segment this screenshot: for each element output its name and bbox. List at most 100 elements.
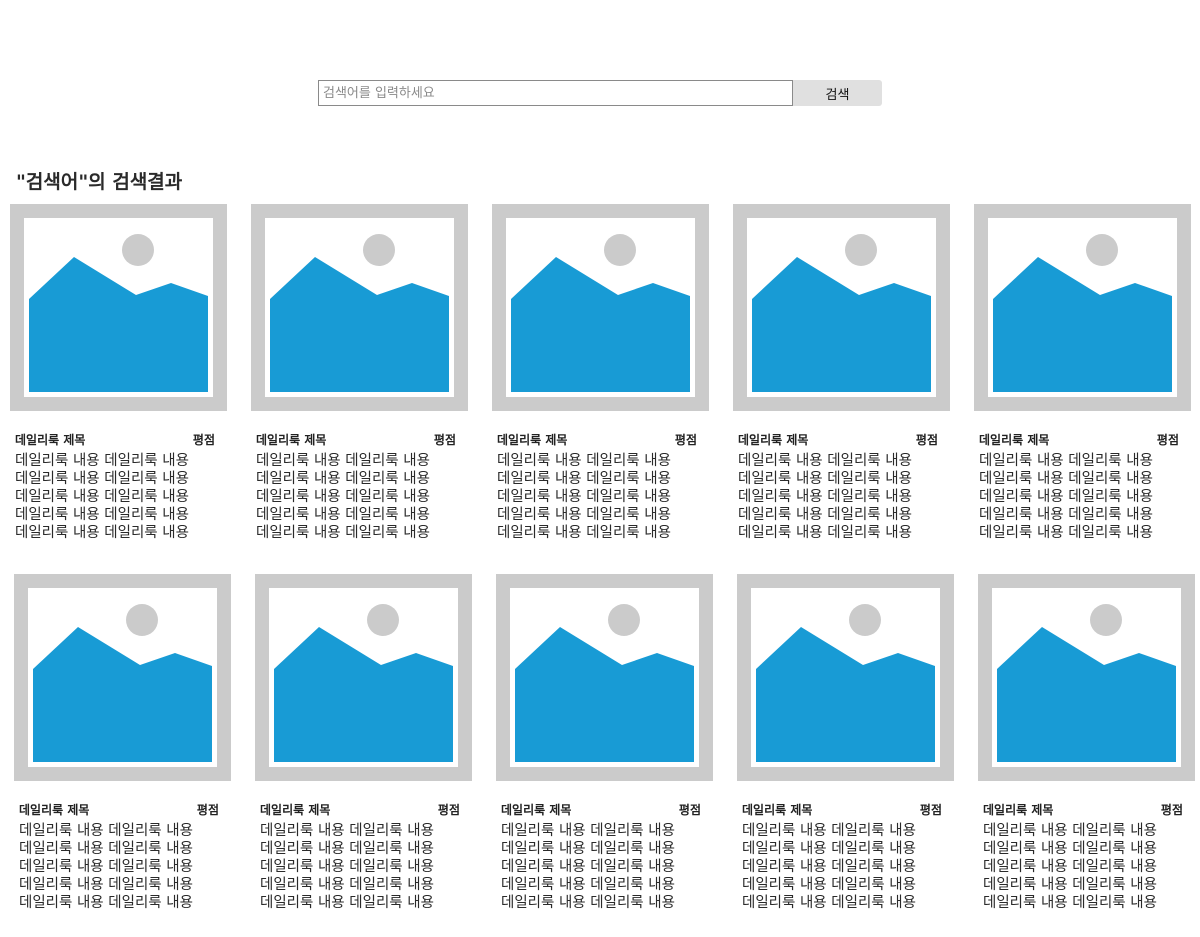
card-title[interactable]: 데일리룩 제목 [19,801,89,818]
card-title[interactable]: 데일리룩 제목 [260,801,330,818]
card-content-line: 데일리룩 내용 데일리룩 내용 [19,877,193,893]
card-content-line: 데일리룩 내용 데일리룩 내용 [983,841,1157,857]
card-meta: 데일리룩 제목 평점 [492,431,709,448]
card-thumbnail[interactable] [496,574,713,781]
card-content-line: 데일리룩 내용 데일리룩 내용 [742,877,916,893]
card-thumbnail[interactable] [251,204,468,411]
card-thumbnail[interactable] [737,574,954,781]
sun-shape [604,234,636,266]
card-content-line: 데일리룩 내용 데일리룩 내용 [497,525,671,541]
card-content: 데일리룩 내용 데일리룩 내용 데일리룩 내용 데일리룩 내용 데일리룩 내용 데일… [251,452,468,542]
card-content-line: 데일리룩 내용 데일리룩 내용 [979,507,1153,523]
card-thumbnail[interactable] [974,204,1191,411]
card-meta: 데일리룩 제목 평점 [255,801,472,818]
card-title[interactable]: 데일리룩 제목 [501,801,571,818]
card-title[interactable]: 데일리룩 제목 [256,431,326,448]
card-content-line: 데일리룩 내용 데일리룩 내용 [979,489,1153,505]
card-meta: 데일리룩 제목 평점 [14,801,231,818]
card-content-line: 데일리룩 내용 데일리룩 내용 [983,859,1157,875]
card-title[interactable]: 데일리룩 제목 [742,801,812,818]
card-thumbnail[interactable] [733,204,950,411]
card-content-line: 데일리룩 내용 데일리룩 내용 [742,895,916,911]
image-placeholder-icon [510,588,699,767]
card-content-line: 데일리룩 내용 데일리룩 내용 [15,525,189,541]
result-card[interactable]: 데일리룩 제목 평점 데일리룩 내용 데일리룩 내용 데일리룩 내용 데일리룩 내용 데… [737,574,954,912]
card-meta: 데일리룩 제목 평점 [733,431,950,448]
card-meta: 데일리룩 제목 평점 [251,431,468,448]
card-meta: 데일리룩 제목 평점 [974,431,1191,448]
card-title[interactable]: 데일리룩 제목 [738,431,808,448]
card-rating: 평점 [1160,803,1183,817]
card-meta: 데일리룩 제목 평점 [737,801,954,818]
card-title[interactable]: 데일리룩 제목 [983,801,1053,818]
card-content-line: 데일리룩 내용 데일리룩 내용 [15,471,189,487]
card-content-line: 데일리룩 내용 데일리룩 내용 [742,859,916,875]
image-placeholder-icon [751,588,940,767]
card-content-line: 데일리룩 내용 데일리룩 내용 [983,895,1157,911]
card-title[interactable]: 데일리룩 제목 [979,431,1049,448]
sun-shape [1090,604,1122,636]
sun-shape [367,604,399,636]
card-rating: 평점 [915,433,938,447]
card-content-line: 데일리룩 내용 데일리룩 내용 [19,859,193,875]
mountain-shape [33,627,212,762]
result-card[interactable]: 데일리룩 제목 평점 데일리룩 내용 데일리룩 내용 데일리룩 내용 데일리룩 내용 데… [10,204,227,542]
card-title[interactable]: 데일리룩 제목 [497,431,567,448]
result-card[interactable]: 데일리룩 제목 평점 데일리룩 내용 데일리룩 내용 데일리룩 내용 데일리룩 내용 데… [14,574,231,912]
card-content-line: 데일리룩 내용 데일리룩 내용 [983,877,1157,893]
mountain-shape [756,627,935,762]
card-content-line: 데일리룩 내용 데일리룩 내용 [15,507,189,523]
result-card[interactable]: 데일리룩 제목 평점 데일리룩 내용 데일리룩 내용 데일리룩 내용 데일리룩 내용 데… [255,574,472,912]
card-thumbnail[interactable] [978,574,1195,781]
result-card[interactable]: 데일리룩 제목 평점 데일리룩 내용 데일리룩 내용 데일리룩 내용 데일리룩 내용 데… [978,574,1195,912]
image-placeholder-icon [265,218,454,397]
result-card[interactable]: 데일리룩 제목 평점데일리룩 내용 데일리룩 내용 데일리룩 내용 데일리룩 내용 데… [251,204,468,542]
sun-shape [608,604,640,636]
result-card[interactable]: 데일리룩 제목 평점 데일리룩 내용 데일리룩 내용 데일리룩 내용 데일리룩 내용 데… [733,204,950,542]
card-content: 데일리룩 내용 데일리룩 내용 데일리룩 내용 데일리룩 내용 데일리룩 내용 데일… [255,822,472,912]
image-placeholder-icon [992,588,1181,767]
card-rating: 평점 [1156,433,1179,447]
card-content-line: 데일리룩 내용 데일리룩 내용 [501,823,675,839]
result-card[interactable]: 데일리룩 제목 평점 데일리룩 내용 데일리룩 내용 데일리룩 내용 데일리룩 내용 데… [492,204,709,542]
mountain-shape [274,627,453,762]
card-content-line: 데일리룩 내용 데일리룩 내용 [497,471,671,487]
image-placeholder-icon [747,218,936,397]
card-meta: 데일리룩 제목 평점 [978,801,1195,818]
card-content-line: 데일리룩 내용 데일리룩 내용 [260,895,434,911]
card-thumbnail[interactable] [14,574,231,781]
image-placeholder-icon [24,218,213,397]
card-title[interactable]: 데일리룩 제목 [15,431,85,448]
search-button[interactable]: 검색 [793,80,882,106]
card-content-line: 데일리룩 내용 데일리룩 내용 [738,453,912,469]
mountain-shape [270,257,449,392]
sun-shape [122,234,154,266]
card-content-line: 데일리룩 내용 데일리룩 내용 [497,489,671,505]
card-rating: 평점 [919,803,942,817]
card-content-line: 데일리룩 내용 데일리룩 내용 [979,525,1153,541]
mountain-shape [515,627,694,762]
sun-shape [1086,234,1118,266]
card-thumbnail[interactable] [255,574,472,781]
card-content-line: 데일리룩 내용 데일리룩 내용 [260,877,434,893]
card-content-line: 데일리룩 내용 데일리룩 내용 [738,489,912,505]
card-content-line: 데일리룩 내용 데일리룩 내용 [742,823,916,839]
result-card[interactable]: 데일리룩 제목 평점 데일리룩 내용 데일리룩 내용 데일리룩 내용 데일리룩 내용 데… [496,574,713,912]
mountain-shape [511,257,690,392]
card-thumbnail[interactable] [492,204,709,411]
card-content-line: 데일리룩 내용 데일리룩 내용 [260,859,434,875]
card-content-line: 데일리룩 내용 데일리룩 내용 [501,859,675,875]
sun-shape [845,234,877,266]
card-content-line: 데일리룩 내용 데일리룩 내용 [738,525,912,541]
card-thumbnail[interactable] [10,204,227,411]
card-content: 데일리룩 내용 데일리룩 내용 데일리룩 내용 데일리룩 내용 데일리룩 내용 데일… [978,822,1195,912]
card-content: 데일리룩 내용 데일리룩 내용 데일리룩 내용 데일리룩 내용 데일리룩 내용 데일… [10,452,227,542]
card-content-line: 데일리룩 내용 데일리룩 내용 [738,507,912,523]
search-input[interactable] [318,80,793,106]
card-content: 데일리룩 내용 데일리룩 내용 데일리룩 내용 데일리룩 내용 데일리룩 내용 데일… [733,452,950,542]
card-content-line: 데일리룩 내용 데일리룩 내용 [19,895,193,911]
result-card[interactable]: 데일리룩 제목 평점 데일리룩 내용 데일리룩 내용 데일리룩 내용 데일리룩 내용 데… [974,204,1191,542]
image-placeholder-icon [269,588,458,767]
card-content-line: 데일리룩 내용 데일리룩 내용 [979,471,1153,487]
card-content-line: 데일리룩 내용 데일리룩 내용 [497,507,671,523]
